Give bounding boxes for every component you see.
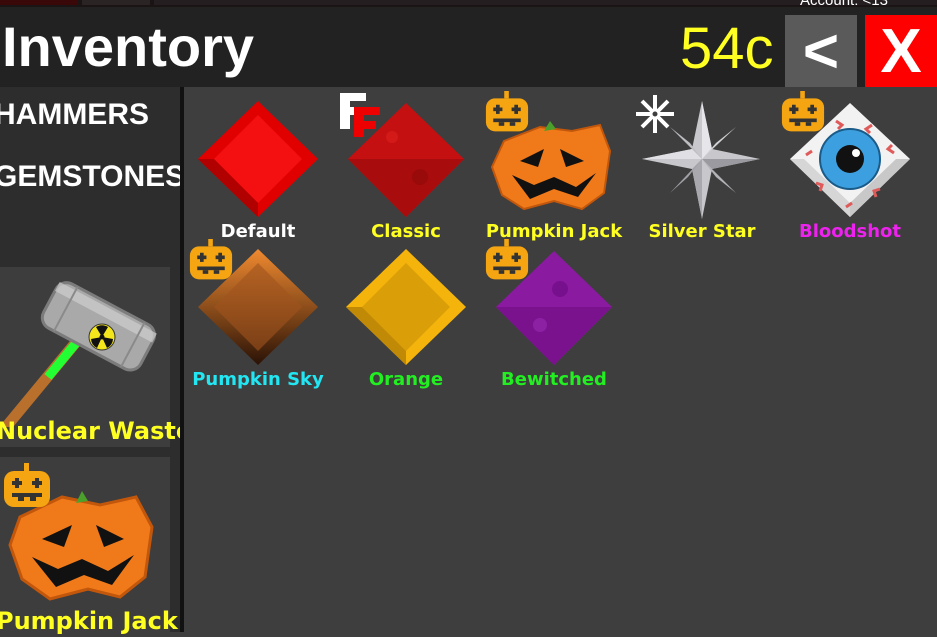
pumpkin-icon — [4, 463, 50, 507]
sidebar-item-hammers[interactable]: HAMMERS — [0, 98, 149, 132]
red-gem-icon — [198, 101, 318, 217]
coin-balance: 54c — [680, 16, 774, 81]
gemstone-name: Silver Star — [648, 221, 756, 242]
page-title: Inventory — [2, 15, 255, 78]
equipped-gemstone-slot[interactable]: Pumpkin Jack — [0, 457, 178, 637]
gold-gem-icon — [346, 249, 466, 365]
equipped-hammer-name: Nuclear Waste — [0, 417, 193, 445]
gemstone-item-bloodshot[interactable]: Bloodshot — [776, 91, 924, 245]
gemstone-name: Bloodshot — [798, 221, 901, 242]
account-label: Account: <13 — [800, 0, 888, 9]
gemstone-name: Classic — [371, 221, 441, 242]
gemstone-item-orange[interactable]: Orange — [332, 245, 480, 393]
pumpkin-icon — [485, 91, 529, 132]
ff-logo-icon — [340, 93, 380, 137]
gemstone-name: Orange — [368, 369, 444, 390]
gemstone-grid: Default Classic Pumpkin Jack Silver Star… — [184, 87, 937, 632]
nuclear-waste-hammer-icon — [0, 281, 157, 433]
top-strip — [0, 0, 937, 7]
snowflake-icon — [636, 95, 674, 133]
pumpkin-icon — [781, 91, 825, 132]
gemstone-name: Pumpkin Sky — [192, 369, 324, 390]
inventory-header: Inventory 54c < X — [0, 7, 937, 87]
close-button[interactable]: X — [865, 15, 937, 87]
back-button[interactable]: < — [785, 15, 857, 87]
gemstone-item-default[interactable]: Default — [184, 97, 332, 245]
equipped-gemstone-name: Pumpkin Jack — [0, 607, 178, 635]
gemstone-item-pumpkin-jack[interactable]: Pumpkin Jack — [480, 91, 628, 245]
pumpkin-icon — [189, 239, 233, 280]
equipped-hammer-slot[interactable]: Nuclear Waste — [0, 267, 192, 447]
sidebar-item-gemstones[interactable]: GEMSTONES — [0, 160, 185, 194]
pumpkin-icon — [485, 239, 529, 280]
top-strip-segment — [0, 0, 78, 5]
gemstone-name: Bewitched — [501, 369, 607, 390]
gemstone-item-silver-star[interactable]: Silver Star — [628, 95, 776, 245]
top-strip-segment — [82, 0, 150, 5]
gemstone-item-pumpkin-sky[interactable]: Pumpkin Sky — [184, 239, 332, 393]
gemstone-item-bewitched[interactable]: Bewitched — [480, 239, 628, 393]
gemstone-item-classic[interactable]: Classic — [332, 93, 480, 245]
